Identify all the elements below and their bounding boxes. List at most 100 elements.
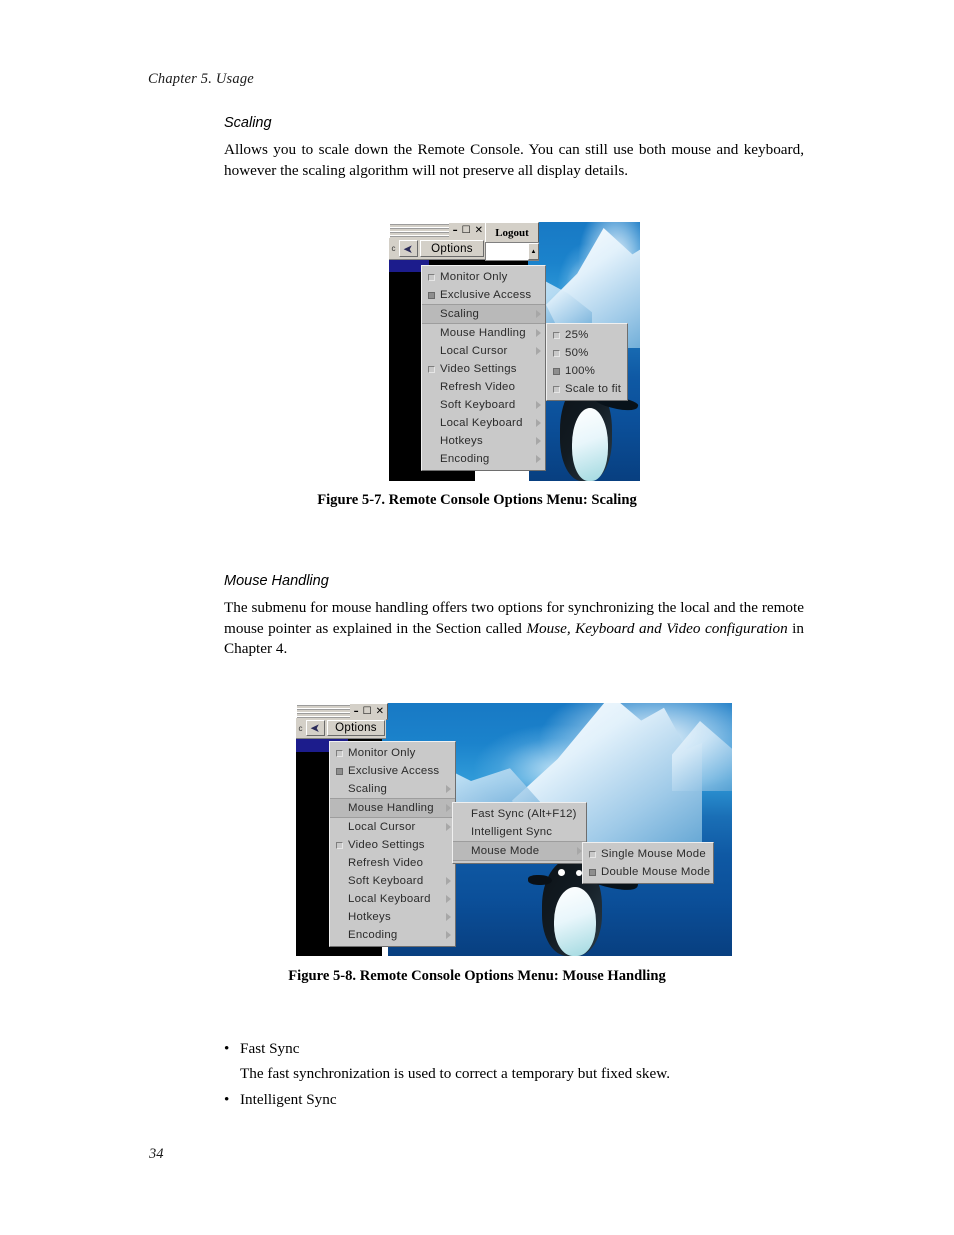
menu-item[interactable]: Mouse Mode [453,841,586,861]
menu-item[interactable]: Scaling [422,304,545,324]
menu-item[interactable]: 50% [547,344,627,362]
submenu-arrow-icon [446,895,451,903]
menu-item-label: Scaling [348,783,388,795]
close-icon[interactable]: ✕ [475,226,483,236]
menu-item-check-icon [428,273,435,281]
menu-item-label: Local Cursor [440,345,508,357]
minimize-icon[interactable]: – [354,706,359,717]
options-dropdown-menu-2[interactable]: Monitor Only Exclusive Access Scaling Mouse… [329,741,456,947]
menu-item[interactable]: Video Settings [330,836,455,854]
menu-item[interactable]: Soft Keyboard [422,396,545,414]
menu-item[interactable]: Hotkeys [422,432,545,450]
scroll-up-button[interactable]: ▲ [528,243,539,260]
toolbar-left-label-2: c [296,718,305,738]
mouse-cursor-icon-button[interactable]: ➤ [399,240,418,257]
mouse-mode-submenu-items: Single Mouse Mode Double Mouse Mode [583,845,713,881]
options-menu-items-2: Monitor Only Exclusive Access Scaling Mouse… [330,744,455,944]
options-dropdown-menu[interactable]: Monitor Only Exclusive Access Scaling Mouse… [421,265,546,471]
menu-item[interactable]: Video Settings [422,360,545,378]
menu-item[interactable]: Mouse Handling [422,324,545,342]
submenu-arrow-icon [449,767,454,775]
menu-item-check-icon [336,824,343,831]
submenu-arrow-icon [536,401,541,409]
menu-item[interactable]: Scaling [330,780,455,798]
figure-5-8-screenshot: – ☐ ✕ c ➤ Options Monitor Only Exclusive … [296,703,732,956]
submenu-arrow-icon [446,841,451,849]
menu-item-check-icon [336,767,343,775]
menu-item[interactable]: Intelligent Sync [453,823,586,841]
menu-item-label: Soft Keyboard [348,875,424,887]
menu-item-label: Hotkeys [348,911,391,923]
menu-item[interactable]: Exclusive Access [330,762,455,780]
menu-item[interactable]: Encoding [330,926,455,944]
submenu-arrow-icon [631,385,636,393]
options-menu-button-2[interactable]: Options [327,720,385,736]
submenu-arrow-icon [536,437,541,445]
menu-item-label: Exclusive Access [440,289,532,301]
menu-item-check-icon [553,331,560,339]
menu-item[interactable]: Monitor Only [330,744,455,762]
submenu-arrow-icon [536,455,541,463]
menu-item-check-icon [336,932,343,939]
bullet-item-intelligent-sync: • Intelligent Sync [224,1091,337,1109]
logout-button[interactable]: Logout [485,222,539,244]
menu-item-label: Double Mouse Mode [601,866,711,878]
menu-item[interactable]: Double Mouse Mode [583,863,713,881]
scaling-submenu[interactable]: 25% 50% 100% Scale to fit [546,323,628,401]
menu-item-label: Exclusive Access [348,765,440,777]
menu-item[interactable]: Refresh Video [330,854,455,872]
menu-item-check-icon [589,850,596,858]
menu-item-label: Soft Keyboard [440,399,516,411]
menu-item[interactable]: 25% [547,326,627,344]
cursor-arrow-icon-2: ➤ [310,721,321,735]
menu-item[interactable]: Refresh Video [422,378,545,396]
bullet-description: The fast synchronization is used to corr… [240,1065,671,1082]
close-icon[interactable]: ✕ [376,706,384,717]
menu-item-label: Refresh Video [440,381,516,393]
menu-item-label: Local Keyboard [440,417,523,429]
options-menu-button[interactable]: Options [420,240,484,257]
menu-item[interactable]: Local Cursor [330,818,455,836]
menu-item[interactable]: Mouse Handling [330,798,455,818]
submenu-arrow-icon [536,365,541,373]
menu-item-label: Mouse Handling [440,327,526,339]
menu-item[interactable]: Monitor Only [422,268,545,286]
section-heading-scaling: Scaling [224,115,272,131]
menu-item-label: Intelligent Sync [471,826,553,838]
menu-item-check-icon [336,878,343,885]
window-controls-2: – ☐ ✕ [354,706,387,717]
menu-item[interactable]: Single Mouse Mode [583,845,713,863]
mouse-cursor-icon-button-2[interactable]: ➤ [306,720,325,736]
menu-item[interactable]: Soft Keyboard [330,872,455,890]
figure-5-7-screenshot: – ☐ ✕ Logout c ➤ Options ▲ Monitor Only E… [389,222,640,481]
mouse-handling-submenu[interactable]: Fast Sync (Alt+F12) Intelligent Sync Mouse… [452,802,587,864]
menu-item[interactable]: Encoding [422,450,545,468]
menu-item[interactable]: Exclusive Access [422,286,545,304]
menu-item-check-icon [459,848,466,855]
menu-item-check-icon [428,402,435,409]
menu-item-check-icon [336,786,343,793]
menu-item-check-icon [428,365,435,373]
menu-item-label: Monitor Only [348,747,416,759]
menu-item[interactable]: Local Cursor [422,342,545,360]
maximize-icon[interactable]: ☐ [462,226,471,236]
minimize-icon[interactable]: – [453,226,458,236]
menu-item[interactable]: 100% [547,362,627,380]
mouse-mode-submenu[interactable]: Single Mouse Mode Double Mouse Mode [582,842,714,884]
menu-item[interactable]: Local Keyboard [422,414,545,432]
cursor-arrow-icon: ➤ [403,241,414,256]
maximize-icon[interactable]: ☐ [363,706,372,717]
menu-item[interactable]: Local Keyboard [330,890,455,908]
submenu-arrow-icon [536,383,541,391]
menu-item-label: Fast Sync (Alt+F12) [471,808,577,820]
menu-item[interactable]: Fast Sync (Alt+F12) [453,805,586,823]
submenu-arrow-icon [720,868,725,876]
submenu-arrow-icon [536,419,541,427]
menu-item-check-icon [428,330,435,337]
menu-item[interactable]: Scale to fit [547,380,627,398]
figure-5-8-caption: Figure 5-8. Remote Console Options Menu:… [288,968,666,984]
window-controls: – ☐ ✕ [453,226,486,236]
submenu-arrow-icon [716,850,721,858]
menu-item-check-icon [428,384,435,391]
menu-item[interactable]: Hotkeys [330,908,455,926]
